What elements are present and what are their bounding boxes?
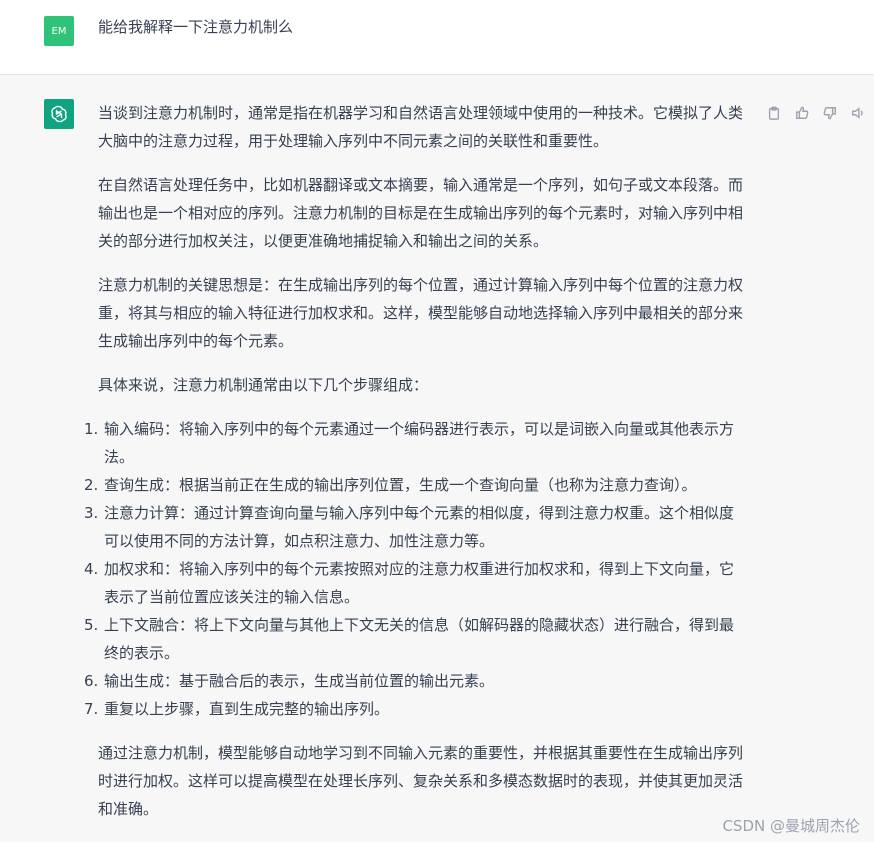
list-text: 上下文融合：将上下文向量与其他上下文无关的信息（如解码器的隐藏状态）进行融合，得… [104,616,735,662]
thumbs-down-icon[interactable] [822,105,838,121]
paragraph: 具体来说，注意力机制通常由以下几个步骤组成： [98,376,429,394]
thumbs-up-icon[interactable] [794,105,810,121]
list-text: 查询生成：根据当前正在生成的输出序列位置，生成一个查询向量（也称为注意力查询）。 [104,476,697,494]
paragraph: 在自然语言处理任务中，比如机器翻译或文本摘要，输入通常是一个序列，如句子或文本段… [98,176,744,250]
list-number: 6. [84,672,99,690]
list-item: 6. 输出生成：基于融合后的表示，生成当前位置的输出元素。 [84,667,748,695]
list-text: 输入编码：将输入序列中的每个元素通过一个编码器进行表示，可以是词嵌入向量或其他表… [104,420,735,466]
clipboard-icon[interactable] [766,105,782,121]
list-item: 7. 重复以上步骤，直到生成完整的输出序列。 [84,695,748,723]
paragraph: 注意力机制的关键思想是：在生成输出序列的每个位置，通过计算输入序列中每个位置的注… [98,276,744,350]
user-avatar: EM [44,16,74,46]
conclusion-paragraph: 通过注意力机制，模型能够自动地学习到不同输入元素的重要性，并根据其重要性在生成输… [98,744,744,818]
list-text: 加权求和：将输入序列中的每个元素按照对应的注意力权重进行加权求和，得到上下文向量… [104,560,735,606]
list-item: 1. 输入编码：将输入序列中的每个元素通过一个编码器进行表示，可以是词嵌入向量或其… [84,415,748,471]
assistant-message-body: 当谈到注意力机制时，通常是指在机器学习和自然语言处理领域中使用的一种技术。它模拟… [84,99,748,839]
chatgpt-logo-icon [44,99,74,129]
steps-list: 1. 输入编码：将输入序列中的每个元素通过一个编码器进行表示，可以是词嵌入向量或其… [84,415,748,723]
list-item: 2. 查询生成：根据当前正在生成的输出序列位置，生成一个查询向量（也称为注意力查询… [84,471,748,499]
assistant-message-row: 当谈到注意力机制时，通常是指在机器学习和自然语言处理领域中使用的一种技术。它模拟… [0,75,874,842]
list-text: 注意力计算：通过计算查询向量与输入序列中每个元素的相似度，得到注意力权重。这个相… [104,504,735,550]
list-item: 5. 上下文融合：将上下文向量与其他上下文无关的信息（如解码器的隐藏状态）进行融合… [84,611,748,667]
list-text: 重复以上步骤，直到生成完整的输出序列。 [104,700,390,718]
csdn-watermark: CSDN @曼城周杰伦 [722,817,860,835]
list-number: 4. [84,560,99,578]
list-number: 3. [84,504,99,522]
list-text: 输出生成：基于融合后的表示，生成当前位置的输出元素。 [104,672,495,690]
user-message-text: 能给我解释一下注意力机制么 [98,18,294,36]
list-number: 7. [84,700,99,718]
user-message-row: EM 能给我解释一下注意力机制么 [0,0,874,75]
paragraph: 当谈到注意力机制时，通常是指在机器学习和自然语言处理领域中使用的一种技术。它模拟… [98,104,744,150]
list-number: 2. [84,476,99,494]
list-item: 4. 加权求和：将输入序列中的每个元素按照对应的注意力权重进行加权求和，得到上下文… [84,555,748,611]
list-item: 3. 注意力计算：通过计算查询向量与输入序列中每个元素的相似度，得到注意力权重。这… [84,499,748,555]
speaker-icon[interactable] [850,105,866,121]
message-actions [766,105,866,121]
list-number: 1. [84,420,99,438]
list-number: 5. [84,616,99,634]
